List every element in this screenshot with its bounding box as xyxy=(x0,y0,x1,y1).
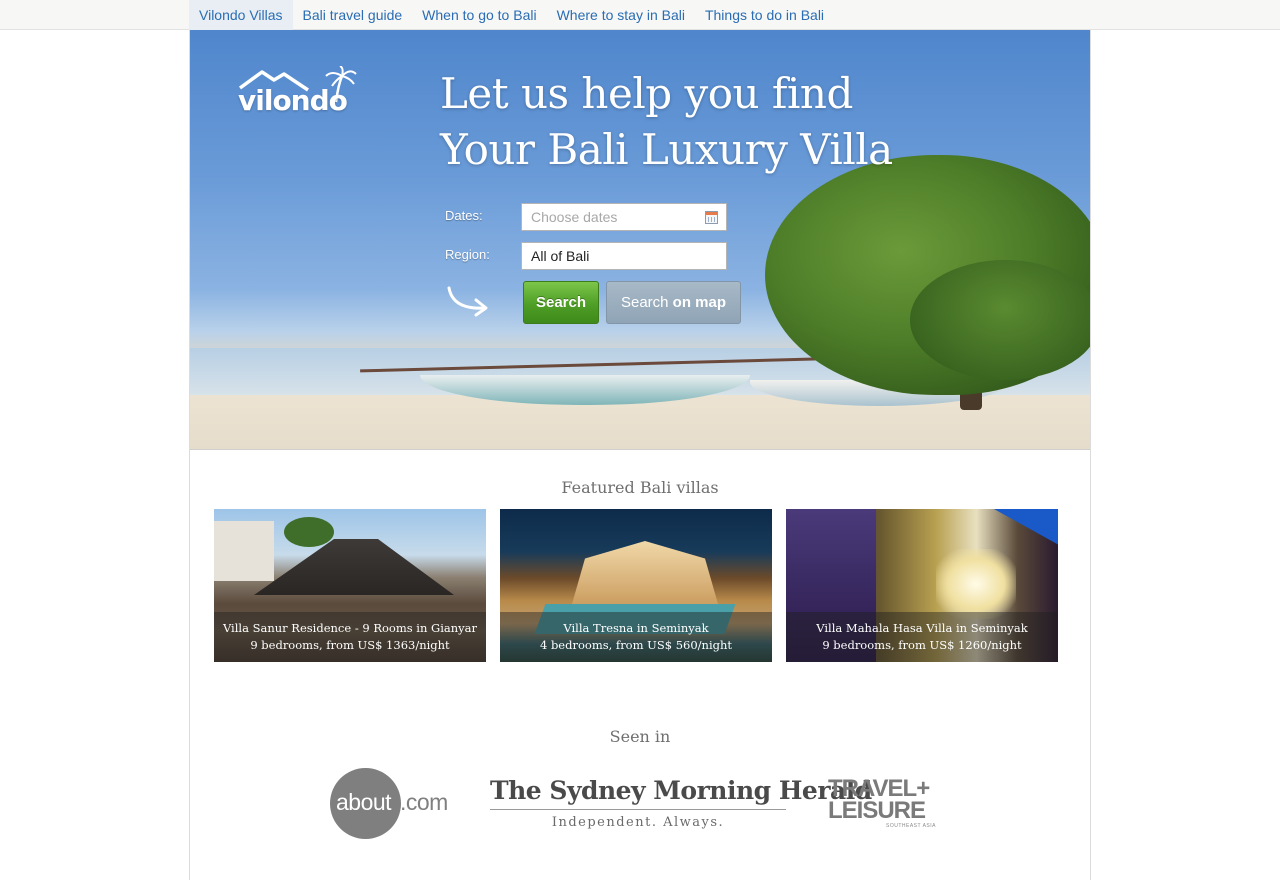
villa-photo-house xyxy=(570,541,720,611)
nav-item-when-to-go[interactable]: When to go to Bali xyxy=(412,0,546,30)
about-suffix: .com xyxy=(400,789,448,815)
villa-details: 4 bedrooms, from US$ 560/night xyxy=(539,638,733,652)
tree-image-lower xyxy=(910,260,1090,380)
seen-in-title: Seen in xyxy=(609,727,671,746)
villa-photo-building xyxy=(214,521,274,581)
map-button-prefix: Search xyxy=(620,294,669,311)
map-button-bold: on map xyxy=(672,294,727,311)
headline-line-1: Let us help you find xyxy=(440,69,853,118)
page-container: vilondo Let us help you find Your Bali L… xyxy=(189,30,1091,880)
nav-item-bali-travel-guide[interactable]: Bali travel guide xyxy=(293,0,413,30)
villa-caption: Villa Sanur Residence - 9 Rooms in Giany… xyxy=(214,612,486,662)
nav-item-vilondo-villas[interactable]: Vilondo Villas xyxy=(189,0,293,30)
villa-photo-light xyxy=(936,549,1016,619)
villa-name: Villa Tresna in Seminyak xyxy=(563,621,709,635)
press-logos: about .com The Sydney Morning Herald Ind… xyxy=(190,760,1090,840)
hero-banner: vilondo Let us help you find Your Bali L… xyxy=(190,30,1090,450)
tl-line-2: LEISURE xyxy=(828,797,926,824)
tl-subtitle: SOUTHEAST ASIA xyxy=(886,823,936,829)
region-field[interactable]: All of Bali xyxy=(521,242,727,270)
smh-title: The Sydney Morning Herald xyxy=(490,776,872,805)
nav-item-things-to-do[interactable]: Things to do in Bali xyxy=(695,0,834,30)
hero-headline: Let us help you find Your Bali Luxury Vi… xyxy=(440,66,1060,178)
villa-name: Villa Sanur Residence - 9 Rooms in Giany… xyxy=(222,621,478,635)
vilondo-logo[interactable]: vilondo xyxy=(232,66,362,126)
featured-villas: Villa Sanur Residence - 9 Rooms in Giany… xyxy=(214,509,1060,662)
villa-caption: Villa Tresna in Seminyak 4 bedrooms, fro… xyxy=(500,612,772,662)
villa-details: 9 bedrooms, from US$ 1260/night xyxy=(822,638,1022,652)
villa-photo-sky xyxy=(994,509,1058,549)
region-label: Region: xyxy=(445,247,490,262)
featured-title: Featured Bali villas xyxy=(561,478,719,497)
nav-item-where-to-stay[interactable]: Where to stay in Bali xyxy=(547,0,695,30)
logo-text: vilondo xyxy=(238,84,348,117)
travel-leisure-logo: TRAVEL+ LEISURE SOUTHEAST ASIA xyxy=(828,777,968,838)
dates-field[interactable]: Choose dates xyxy=(521,203,727,231)
villa-details: 9 bedrooms, from US$ 1363/night xyxy=(250,638,450,652)
top-navigation: Vilondo Villas Bali travel guide When to… xyxy=(0,0,1280,30)
search-on-map-button[interactable]: Search on map xyxy=(606,281,741,324)
villa-card-mahala-hasa[interactable]: Villa Mahala Hasa Villa in Seminyak 9 be… xyxy=(786,509,1058,662)
villa-caption: Villa Mahala Hasa Villa in Seminyak 9 be… xyxy=(786,612,1058,662)
search-button[interactable]: Search xyxy=(523,281,599,324)
villa-photo-roof xyxy=(254,539,454,595)
headline-line-2: Your Bali Luxury Villa xyxy=(440,125,893,174)
villa-card-tresna[interactable]: Villa Tresna in Seminyak 4 bedrooms, fro… xyxy=(500,509,772,662)
smh-rule xyxy=(490,809,786,810)
about-brand: about xyxy=(336,789,392,815)
calendar-icon[interactable] xyxy=(705,211,718,224)
about-com-logo: about .com xyxy=(330,768,450,840)
curved-arrow-icon xyxy=(447,286,488,317)
dates-placeholder: Choose dates xyxy=(531,209,618,225)
villa-name: Villa Mahala Hasa Villa in Seminyak xyxy=(816,621,1028,635)
smh-logo: The Sydney Morning Herald Independent. A… xyxy=(490,774,872,834)
villa-card-sanur[interactable]: Villa Sanur Residence - 9 Rooms in Giany… xyxy=(214,509,486,662)
nav-list: Vilondo Villas Bali travel guide When to… xyxy=(189,0,834,30)
villa-photo-palm xyxy=(284,517,334,547)
dates-label: Dates: xyxy=(445,208,483,223)
smh-tagline: Independent. Always. xyxy=(551,815,725,830)
